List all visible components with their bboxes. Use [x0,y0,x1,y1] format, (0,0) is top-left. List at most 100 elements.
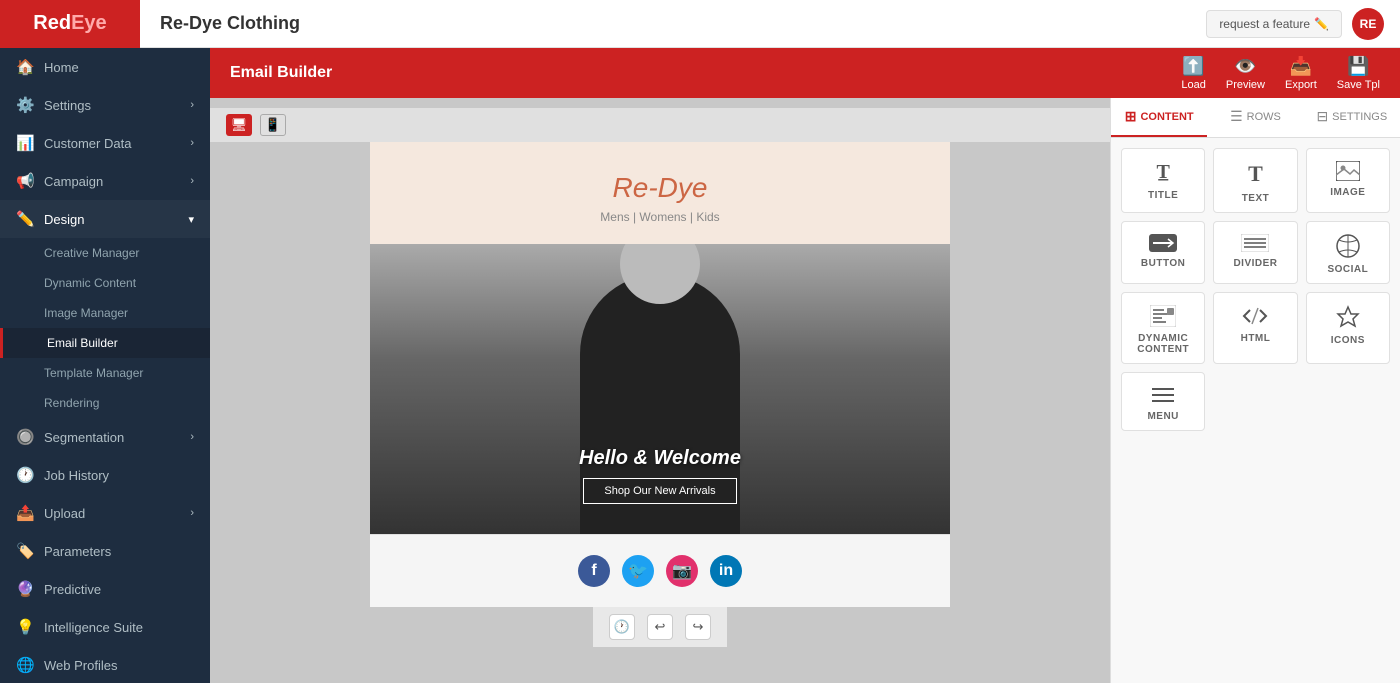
content-block-button[interactable]: BUTTON [1121,221,1205,284]
content-block-dynamic[interactable]: DYNAMIC CONTENT [1121,292,1205,364]
redo-button[interactable]: ↪ [685,614,711,640]
save-template-button[interactable]: 💾 Save Tpl [1337,56,1380,91]
sidebar-item-upload[interactable]: 📤 Upload › [0,494,210,532]
save-icon: 💾 [1347,56,1369,77]
sidebar-item-segmentation[interactable]: 🔘 Segmentation › [0,418,210,456]
desktop-view-button[interactable]: 🖥 [226,114,252,136]
sidebar-item-customer-data[interactable]: 📊 Customer Data › [0,124,210,162]
desktop-icon: 🖥 [231,117,248,133]
content-block-title[interactable]: T̲ TITLE [1121,148,1205,213]
content-tab-icon: ⊞ [1125,108,1137,125]
settings-icon: ⚙️ [16,96,34,114]
content-block-html[interactable]: HTML [1213,292,1297,364]
customer-data-icon: 📊 [16,134,34,152]
preview-button[interactable]: 👁️ Preview [1226,56,1265,91]
icons-block-icon [1336,305,1360,329]
preview-icon: 👁️ [1234,56,1256,77]
load-button[interactable]: ⬆️ Load [1181,56,1205,91]
sidebar-item-design[interactable]: ✏️ Design ▾ [0,200,210,238]
sidebar-item-rendering[interactable]: Rendering [0,388,210,418]
social-icons: f 🐦 📷 in [390,555,930,587]
sidebar-item-predictive[interactable]: 🔮 Predictive [0,570,210,608]
sidebar-item-template-manager[interactable]: Template Manager [0,358,210,388]
canvas-wrapper: 🖥 📱 Re-Dye Mens | Womens | Kids [210,98,1400,683]
export-button[interactable]: 📥 Export [1285,56,1317,91]
chevron-icon: › [190,175,194,187]
mobile-view-button[interactable]: 📱 [260,114,286,136]
text-block-icon: T [1248,161,1263,187]
button-block-icon [1149,234,1177,252]
tab-content[interactable]: ⊞ CONTENT [1111,98,1207,137]
email-builder-title: Email Builder [230,64,1181,82]
logo: RedEye [33,12,106,35]
settings-tab-icon: ⊟ [1316,108,1328,125]
request-feature-button[interactable]: request a feature ✏️ [1206,10,1342,38]
sidebar-item-job-history[interactable]: 🕐 Job History [0,456,210,494]
mobile-icon: 📱 [265,117,281,133]
main-layout: 🏠 Home ⚙️ Settings › 📊 Customer Data › 📢… [0,48,1400,683]
twitter-icon[interactable]: 🐦 [622,555,654,587]
top-bar: RedEye Re-Dye Clothing request a feature… [0,0,1400,48]
hero-greeting: Hello & Welcome [579,447,741,470]
email-logo: Re-Dye [390,172,930,204]
segmentation-icon: 🔘 [16,428,34,446]
sidebar-item-home[interactable]: 🏠 Home [0,48,210,86]
undo-button[interactable]: ↩ [647,614,673,640]
view-toggle-bar: 🖥 📱 [210,108,1110,142]
content-block-social[interactable]: SOCIAL [1306,221,1390,284]
parameters-icon: 🏷️ [16,542,34,560]
content-block-image[interactable]: IMAGE [1306,148,1390,213]
upload-icon: 📤 [16,504,34,522]
sidebar-item-dynamic-content[interactable]: Dynamic Content [0,268,210,298]
content-block-text[interactable]: T TEXT [1213,148,1297,213]
user-avatar[interactable]: RE [1352,8,1384,40]
social-block-icon [1336,234,1360,258]
divider-block-icon [1241,234,1269,252]
sidebar-item-settings[interactable]: ⚙️ Settings › [0,86,210,124]
canvas-area: 🖥 📱 Re-Dye Mens | Womens | Kids [210,98,1110,683]
sidebar-item-creative-manager[interactable]: Creative Manager [0,238,210,268]
history-icon: 🕐 [614,619,630,635]
hero-content: Hello & Welcome Shop Our New Arrivals [579,447,741,504]
home-icon: 🏠 [16,58,34,76]
web-profiles-icon: 🌐 [16,656,34,674]
facebook-icon[interactable]: f [578,555,610,587]
campaign-icon: 📢 [16,172,34,190]
instagram-icon[interactable]: 📷 [666,555,698,587]
right-panel-tabs: ⊞ CONTENT ☰ ROWS ⊟ SETTINGS [1111,98,1400,138]
panel-content: T̲ TITLE T TEXT [1111,138,1400,683]
content-block-menu[interactable]: MENU [1121,372,1205,431]
content-area: Email Builder ⬆️ Load 👁️ Preview 📥 Expor… [210,48,1400,683]
chevron-icon: › [190,431,194,443]
edit-icon: ✏️ [1314,17,1329,31]
chevron-icon: › [190,137,194,149]
sidebar-item-web-profiles[interactable]: 🌐 Web Profiles [0,646,210,683]
sidebar-item-email-builder[interactable]: Email Builder [0,328,210,358]
export-icon: 📥 [1290,56,1312,77]
tab-rows[interactable]: ☰ ROWS [1207,98,1303,137]
email-header-section: Re-Dye Mens | Womens | Kids [370,142,950,244]
sidebar-item-image-manager[interactable]: Image Manager [0,298,210,328]
sidebar-item-campaign[interactable]: 📢 Campaign › [0,162,210,200]
html-block-icon [1242,305,1268,327]
sidebar-item-parameters[interactable]: 🏷️ Parameters [0,532,210,570]
right-panel: ⊞ CONTENT ☰ ROWS ⊟ SETTINGS T̲ [1110,98,1400,683]
tab-settings[interactable]: ⊟ SETTINGS [1304,98,1400,137]
sidebar-item-intelligence-suite[interactable]: 💡 Intelligence Suite [0,608,210,646]
image-block-icon [1336,161,1360,181]
content-block-icons[interactable]: ICONS [1306,292,1390,364]
linkedin-icon[interactable]: in [710,555,742,587]
chevron-icon: › [190,99,194,111]
intelligence-icon: 💡 [16,618,34,636]
content-block-divider[interactable]: DIVIDER [1213,221,1297,284]
title-block-icon: T̲ [1156,161,1169,184]
design-icon: ✏️ [16,210,34,228]
menu-block-icon [1150,385,1176,405]
history-button[interactable]: 🕐 [609,614,635,640]
sidebar: 🏠 Home ⚙️ Settings › 📊 Customer Data › 📢… [0,48,210,683]
email-preview: Re-Dye Mens | Womens | Kids Hello & Welc… [370,142,950,607]
logo-area: RedEye [0,0,140,48]
chevron-down-icon: ▾ [188,213,194,226]
email-nav: Mens | Womens | Kids [390,210,930,224]
hero-cta-button[interactable]: Shop Our New Arrivals [583,478,736,504]
